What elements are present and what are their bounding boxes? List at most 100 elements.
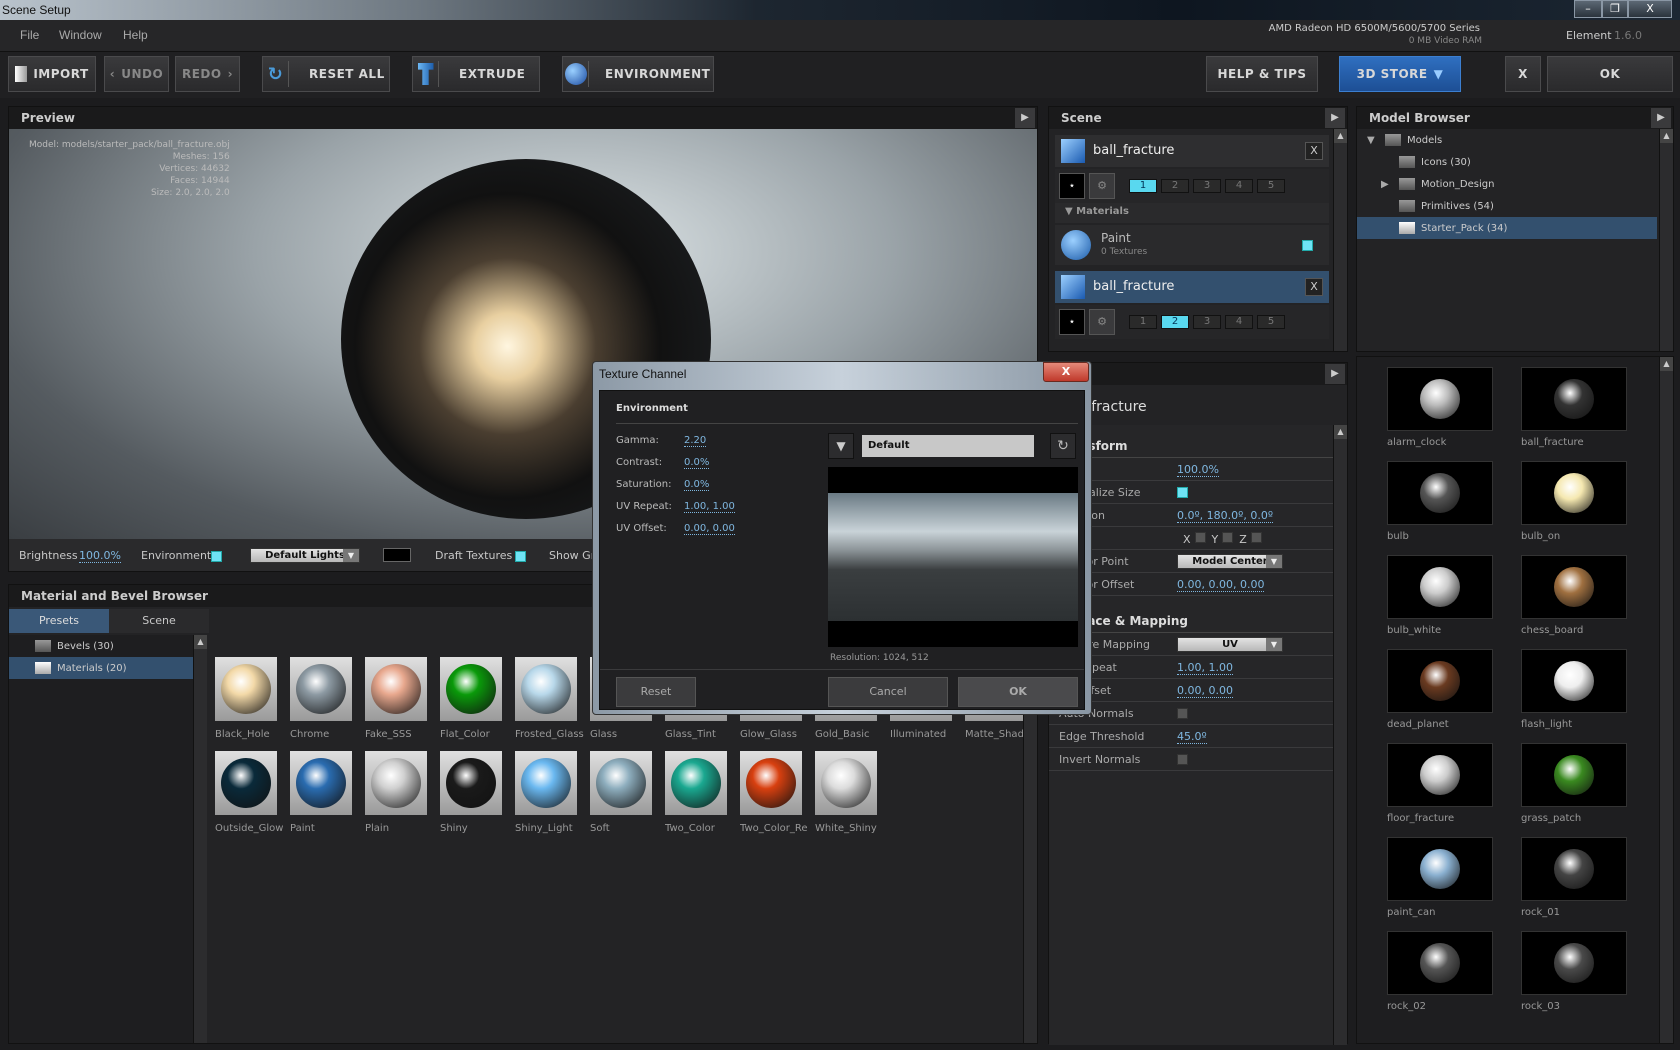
tree-item[interactable]: Primitives (54) <box>1357 195 1657 217</box>
material-item[interactable]: Shiny <box>440 751 512 843</box>
slot-button[interactable]: 5 <box>1257 315 1285 329</box>
model-item[interactable]: rock_03 <box>1521 931 1655 1025</box>
particles-icon[interactable]: ⚙ <box>1089 309 1115 335</box>
slot-button[interactable]: 3 <box>1193 315 1221 329</box>
tree-item[interactable]: ▼ Models <box>1357 129 1657 151</box>
scroll-up-icon[interactable]: ▲ <box>1334 129 1347 143</box>
folder-scrollbar[interactable]: ▲ <box>193 635 207 1043</box>
model-item[interactable]: flash_light <box>1521 649 1655 743</box>
material-visible-checkbox[interactable] <box>1302 240 1313 251</box>
background-color-swatch[interactable] <box>383 548 411 562</box>
model-item[interactable]: bulb <box>1387 461 1521 555</box>
panel-expand-icon[interactable]: ▶ <box>1325 108 1345 128</box>
model-item[interactable]: paint_can <box>1387 837 1521 931</box>
scroll-up-icon[interactable]: ▲ <box>1660 129 1673 143</box>
panel-expand-icon[interactable]: ▶ <box>1325 364 1345 384</box>
tree-item[interactable]: ▶ Motion_Design <box>1357 173 1657 195</box>
folder-materials[interactable]: Materials (20) <box>9 657 193 679</box>
model-item[interactable]: rock_02 <box>1387 931 1521 1025</box>
mirror-checkbox[interactable] <box>1194 532 1206 543</box>
tree-item[interactable]: Starter_Pack (34) <box>1357 217 1657 239</box>
scene-object[interactable]: ball_fracture X <box>1055 135 1329 167</box>
redo-button[interactable]: REDO › <box>175 56 240 92</box>
field-value[interactable]: 2.20 <box>684 435 707 447</box>
scroll-up-icon[interactable]: ▲ <box>1660 357 1673 371</box>
minimize-button[interactable]: – <box>1574 0 1602 18</box>
3d-store-button[interactable]: 3D STORE ▼ <box>1339 56 1461 92</box>
material-item[interactable]: Paint <box>290 751 362 843</box>
pivot-icon[interactable]: ⋆ <box>1059 309 1085 335</box>
field-value[interactable]: 0.00, 0.00 <box>684 523 735 535</box>
material-item[interactable]: Frosted_Glass <box>515 657 587 749</box>
model-item[interactable]: chess_board <box>1521 555 1655 649</box>
cancel-x-button[interactable]: X <box>1505 56 1541 92</box>
property-value[interactable]: 0.00, 0.00 <box>1177 684 1233 698</box>
slot-button[interactable]: 4 <box>1225 315 1253 329</box>
refresh-button[interactable]: ↻ <box>1050 433 1076 459</box>
model-item[interactable]: alarm_clock <box>1387 367 1521 461</box>
model-item[interactable]: dead_planet <box>1387 649 1521 743</box>
menu-file[interactable]: File <box>20 28 39 42</box>
dialog-cancel-button[interactable]: Cancel <box>828 677 948 707</box>
property-value[interactable]: 100.0% <box>1177 463 1219 477</box>
model-item[interactable]: rock_01 <box>1521 837 1655 931</box>
brightness-value[interactable]: 100.0% <box>79 549 121 563</box>
property-checkbox[interactable] <box>1177 708 1188 719</box>
import-button[interactable]: IMPORT <box>8 56 96 92</box>
scene-scrollbar[interactable]: ▲ <box>1333 129 1347 351</box>
material-item[interactable]: Two_Color_Re <box>740 751 812 843</box>
folder-bevels[interactable]: Bevels (30) <box>9 635 193 657</box>
maximize-button[interactable]: ❐ <box>1602 0 1628 18</box>
tab-presets[interactable]: Presets <box>9 609 109 633</box>
environment-checkbox[interactable] <box>211 551 222 562</box>
menu-window[interactable]: Window <box>59 28 102 42</box>
properties-scrollbar[interactable]: ▲ <box>1333 425 1347 1045</box>
material-item[interactable]: White_Shiny <box>815 751 887 843</box>
slot-button[interactable]: 3 <box>1193 179 1221 193</box>
remove-object-button[interactable]: X <box>1305 278 1323 296</box>
menu-help[interactable]: Help <box>123 28 148 42</box>
slot-button[interactable]: 1 <box>1129 179 1157 193</box>
field-value[interactable]: 1.00, 1.00 <box>684 501 735 513</box>
material-slot[interactable]: Paint 0 Textures <box>1055 225 1329 265</box>
materials-section[interactable]: ▼ Materials <box>1055 203 1329 223</box>
model-item[interactable]: bulb_white <box>1387 555 1521 649</box>
help-tips-button[interactable]: HELP & TIPS <box>1206 56 1318 92</box>
property-value[interactable]: 45.0º <box>1177 730 1207 744</box>
material-item[interactable]: Black_Hole <box>215 657 287 749</box>
material-item[interactable]: Fake_SSS <box>365 657 437 749</box>
material-item[interactable]: Soft <box>590 751 662 843</box>
field-value[interactable]: 0.0% <box>684 479 710 491</box>
scene-object[interactable]: ball_fracture X <box>1055 271 1329 303</box>
preset-name-field[interactable]: Default <box>862 435 1034 457</box>
pivot-icon[interactable]: ⋆ <box>1059 173 1085 199</box>
field-value[interactable]: 0.0% <box>684 457 710 469</box>
property-checkbox[interactable] <box>1177 487 1188 498</box>
mirror-checkbox[interactable] <box>1222 532 1234 543</box>
preset-dropdown-button[interactable]: ▼ <box>828 433 854 459</box>
model-tree-scrollbar[interactable]: ▲ <box>1659 129 1673 351</box>
scroll-up-icon[interactable]: ▲ <box>194 635 207 649</box>
property-dropdown[interactable]: UV ▼ <box>1177 637 1283 652</box>
ok-button[interactable]: OK <box>1547 56 1673 92</box>
triangle-down-icon[interactable]: ▼ <box>1367 135 1379 146</box>
slot-button[interactable]: 4 <box>1225 179 1253 193</box>
material-item[interactable]: Flat_Color <box>440 657 512 749</box>
property-value[interactable]: 0.0º, 180.0º, 0.0º <box>1177 509 1274 523</box>
dialog-close-button[interactable]: X <box>1043 362 1089 382</box>
slot-button[interactable]: 1 <box>1129 315 1157 329</box>
tab-scene[interactable]: Scene <box>109 609 209 633</box>
reset-all-button[interactable]: ↻ RESET ALL <box>262 56 390 92</box>
remove-object-button[interactable]: X <box>1305 142 1323 160</box>
model-item[interactable]: floor_fracture <box>1387 743 1521 837</box>
slot-button[interactable]: 2 <box>1161 315 1189 329</box>
model-scrollbar[interactable]: ▲ <box>1659 357 1673 1043</box>
particles-icon[interactable]: ⚙ <box>1089 173 1115 199</box>
slot-button[interactable]: 2 <box>1161 179 1189 193</box>
draft-textures-checkbox[interactable] <box>515 551 526 562</box>
undo-button[interactable]: ‹ UNDO <box>104 56 169 92</box>
slot-button[interactable]: 5 <box>1257 179 1285 193</box>
model-item[interactable]: ball_fracture <box>1521 367 1655 461</box>
property-value[interactable]: 0.00, 0.00, 0.00 <box>1177 578 1265 592</box>
material-item[interactable]: Outside_Glow <box>215 751 287 843</box>
